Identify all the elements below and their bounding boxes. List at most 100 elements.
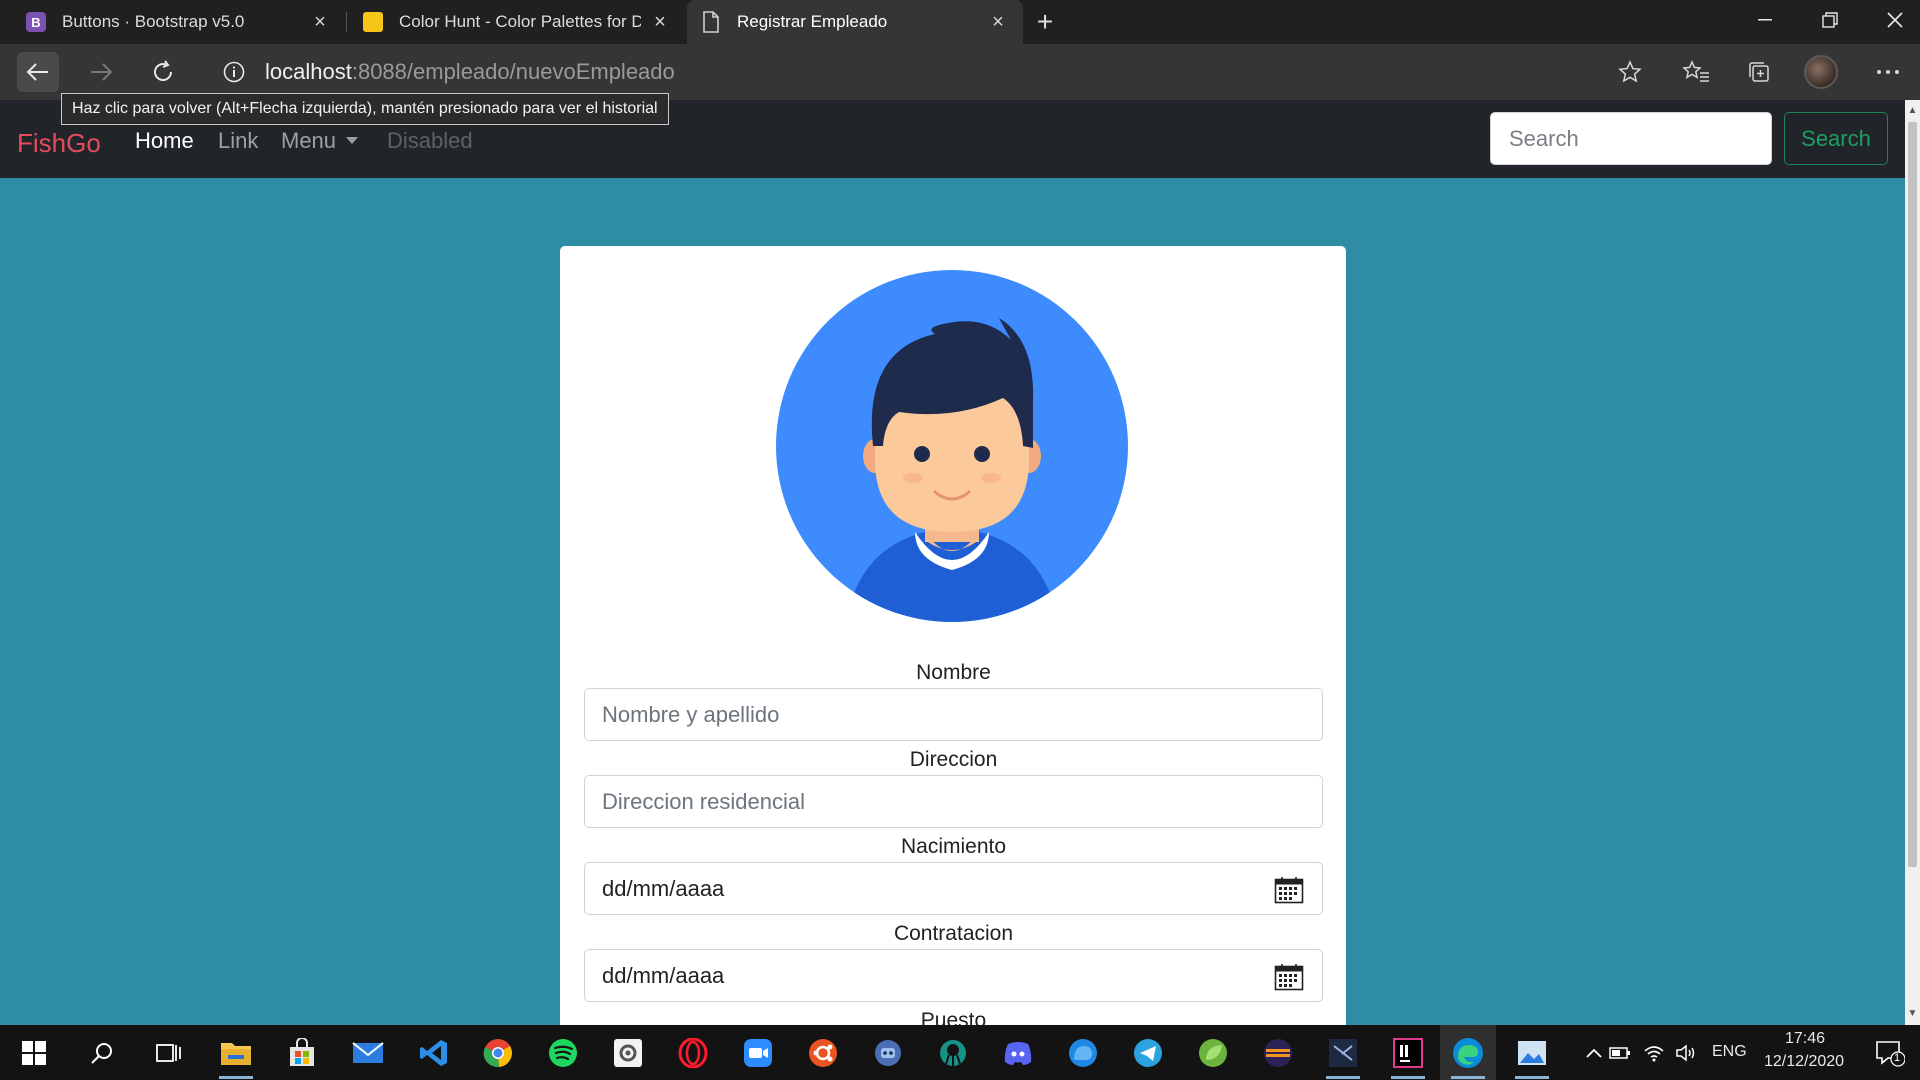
app-running-indicator — [219, 1076, 253, 1079]
field-nombre: Nombre — [584, 658, 1323, 741]
address-bar[interactable]: localhost:8088/empleado/nuevoEmpleado — [210, 50, 1655, 94]
date-format-text: dd/mm/aaaa — [602, 962, 725, 988]
back-button[interactable] — [17, 52, 59, 92]
refresh-icon — [154, 60, 172, 81]
ubuntu-icon[interactable] — [803, 1033, 843, 1073]
nav-link-disabled: Disabled — [387, 128, 473, 153]
nombre-input[interactable] — [584, 688, 1323, 741]
close-window-button[interactable] — [1865, 0, 1920, 40]
tab-registrar-empleado[interactable]: Registrar Empleado × — [687, 0, 1023, 44]
arrow-right-icon — [91, 63, 113, 81]
app-running-indicator — [1326, 1076, 1360, 1079]
new-tab-button[interactable]: + — [1030, 7, 1060, 37]
photos-icon[interactable] — [1512, 1033, 1552, 1079]
telegram-icon[interactable] — [1128, 1033, 1168, 1073]
chrome-icon[interactable] — [478, 1033, 518, 1073]
windows-start-icon[interactable] — [14, 1033, 54, 1073]
back-button-tooltip: Haz clic para volver (Alt+Flecha izquier… — [61, 93, 669, 125]
favorites-icon[interactable] — [1678, 54, 1714, 90]
employee-avatar-illustration — [775, 270, 1129, 622]
nombre-label: Nombre — [916, 661, 991, 684]
nacimiento-date-input[interactable]: dd/mm/aaaa — [584, 862, 1323, 915]
app-running-indicator — [1451, 1076, 1485, 1079]
color-hunt-icon — [363, 12, 383, 32]
edge-icon[interactable] — [1448, 1033, 1488, 1079]
mail-icon[interactable] — [348, 1033, 388, 1073]
file-explorer-icon[interactable] — [216, 1033, 256, 1079]
vscode-icon[interactable] — [414, 1033, 454, 1073]
bootstrap-icon: B — [26, 12, 46, 32]
site-info-icon[interactable] — [223, 61, 245, 88]
calendar-icon[interactable] — [1274, 876, 1304, 910]
more-options-icon[interactable] — [1870, 54, 1906, 90]
collections-icon[interactable] — [1741, 54, 1777, 90]
contratacion-label: Contratacion — [893, 922, 1014, 945]
notifications-icon[interactable]: 1 — [1870, 1033, 1910, 1073]
tab-color-hunt[interactable]: Color Hunt - Color Palettes for Designer… — [347, 0, 685, 44]
scroll-down-icon[interactable]: ▼ — [1905, 1005, 1920, 1023]
nav-dropdown-menu[interactable]: Menu — [281, 128, 359, 154]
cloud-app-icon[interactable] — [1063, 1033, 1103, 1073]
spring-icon[interactable] — [1193, 1033, 1233, 1073]
calendar-icon[interactable] — [1274, 963, 1304, 997]
search-button[interactable]: Search — [1784, 112, 1888, 165]
field-nacimiento: Nacimiento dd/mm/aaaa — [584, 832, 1323, 915]
task-view-icon[interactable] — [148, 1033, 188, 1073]
screen: B Buttons · Bootstrap v5.0 × Color Hunt … — [0, 0, 1920, 1080]
page-scrollbar[interactable]: ▲ ▼ — [1905, 100, 1920, 1025]
spotify-icon[interactable] — [543, 1033, 583, 1073]
field-direccion: Direccion — [584, 745, 1323, 828]
clock-date[interactable]: 12/12/2020 — [1764, 1053, 1844, 1071]
clock-time[interactable]: 17:46 — [1785, 1030, 1825, 1048]
url-host: localhost — [265, 59, 352, 84]
eclipse-icon[interactable] — [1258, 1033, 1298, 1073]
app-running-indicator — [1391, 1076, 1425, 1079]
nav-dropdown-label: Menu — [281, 128, 337, 153]
store-icon[interactable] — [282, 1033, 322, 1073]
visual-studio-icon[interactable] — [1323, 1033, 1363, 1079]
zoom-icon[interactable] — [738, 1033, 778, 1073]
close-icon[interactable]: × — [649, 11, 671, 33]
language-indicator[interactable]: ENG — [1712, 1043, 1747, 1061]
nacimiento-label: Nacimiento — [900, 835, 1007, 858]
app-running-indicator — [1515, 1076, 1549, 1079]
nav-link-link[interactable]: Link — [218, 128, 258, 154]
refresh-button[interactable] — [142, 52, 184, 92]
browser-toolbar: localhost:8088/empleado/nuevoEmpleado — [0, 44, 1920, 100]
tab-bootstrap-buttons[interactable]: B Buttons · Bootstrap v5.0 × — [0, 0, 345, 44]
volume-icon[interactable] — [1666, 1033, 1706, 1073]
minimize-button[interactable] — [1735, 0, 1795, 40]
profile-avatar[interactable] — [1803, 54, 1839, 90]
gitkraken-icon[interactable] — [933, 1033, 973, 1073]
field-contratacion: Contratacion dd/mm/aaaa — [584, 919, 1323, 1002]
scroll-up-icon[interactable]: ▲ — [1905, 102, 1920, 120]
direccion-input[interactable] — [584, 775, 1323, 828]
search-icon[interactable] — [82, 1033, 122, 1073]
tab-title: Color Hunt - Color Palettes for Designer… — [399, 12, 641, 31]
browser-tab-strip: B Buttons · Bootstrap v5.0 × Color Hunt … — [0, 0, 1920, 44]
avatar — [1804, 55, 1838, 89]
windows-taskbar: ENG 17:46 12/12/2020 1 — [0, 1025, 1920, 1080]
url-path: :8088/empleado/nuevoEmpleado — [351, 59, 675, 84]
page-icon — [701, 11, 721, 33]
discord-icon[interactable] — [998, 1033, 1038, 1073]
tab-title: Buttons · Bootstrap v5.0 — [62, 12, 245, 31]
forward-button[interactable] — [80, 52, 122, 92]
restore-button[interactable] — [1800, 0, 1860, 40]
tab-title: Registrar Empleado — [737, 12, 888, 31]
direccion-label: Direccion — [909, 748, 998, 771]
nav-link-home[interactable]: Home — [135, 128, 194, 154]
caret-down-icon — [346, 136, 359, 144]
settings-app-icon[interactable] — [608, 1033, 648, 1073]
brand-logo[interactable]: FishGo — [17, 128, 101, 159]
robot-app-icon[interactable] — [868, 1033, 908, 1073]
search-input[interactable] — [1490, 112, 1772, 165]
close-icon[interactable]: × — [309, 11, 331, 33]
scrollbar-thumb[interactable] — [1908, 122, 1917, 867]
intellij-icon[interactable] — [1388, 1033, 1428, 1079]
contratacion-date-input[interactable]: dd/mm/aaaa — [584, 949, 1323, 1002]
notification-count: 1 — [1894, 1052, 1901, 1064]
opera-icon[interactable] — [673, 1033, 713, 1073]
add-favorite-icon[interactable] — [1612, 54, 1648, 90]
close-icon[interactable]: × — [987, 11, 1009, 33]
